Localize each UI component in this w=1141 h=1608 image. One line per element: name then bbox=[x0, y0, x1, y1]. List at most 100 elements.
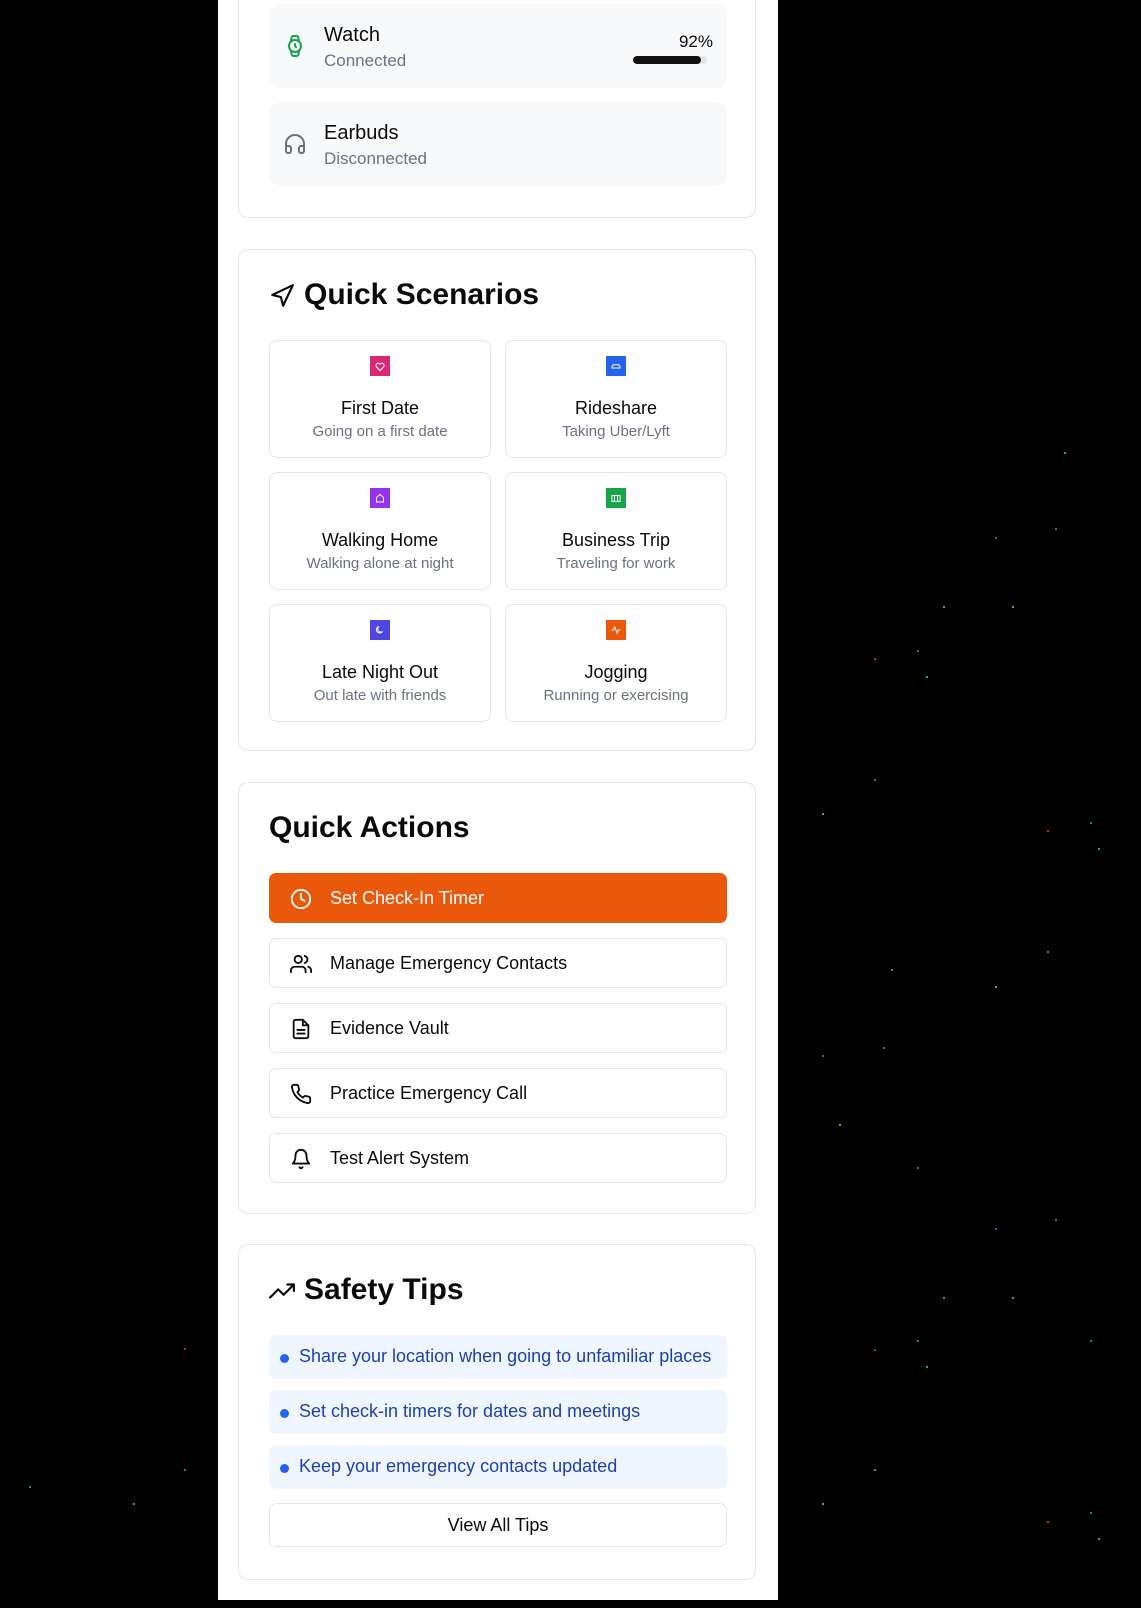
tip-text: Set check-in timers for dates and meetin… bbox=[299, 1401, 641, 1421]
star-dot bbox=[1012, 1297, 1014, 1299]
scenario-walking-home[interactable]: Walking Home Walking alone at night bbox=[269, 472, 491, 590]
watch-icon bbox=[288, 35, 302, 57]
phone-icon bbox=[291, 1083, 312, 1105]
evidence-vault-button[interactable]: Evidence Vault bbox=[269, 1003, 727, 1053]
scenario-desc: Going on a first date bbox=[312, 423, 448, 440]
view-all-tips-label: View All Tips bbox=[447, 1515, 549, 1535]
device-name: Earbuds bbox=[324, 122, 399, 144]
star-dot bbox=[1012, 606, 1014, 608]
clock-icon bbox=[290, 888, 312, 910]
tip-text: Keep your emergency contacts updated bbox=[299, 1456, 618, 1476]
file-text-icon bbox=[292, 1018, 310, 1040]
star-dot bbox=[822, 813, 824, 815]
scenario-rideshare[interactable]: Rideshare Taking Uber/Lyft bbox=[505, 340, 727, 458]
safety-tips-card: Safety Tips Share your location when goi… bbox=[238, 1244, 756, 1580]
section-title: Quick Scenarios bbox=[304, 278, 540, 311]
scenario-business-trip[interactable]: Business Trip Traveling for work bbox=[505, 472, 727, 590]
bell-icon bbox=[291, 1149, 311, 1170]
navigation-icon bbox=[271, 284, 294, 307]
home-icon bbox=[370, 488, 390, 508]
action-label: Set Check-In Timer bbox=[330, 888, 485, 908]
moon-icon bbox=[370, 620, 390, 640]
star-dot bbox=[995, 1228, 997, 1230]
star-dot bbox=[1090, 1512, 1092, 1514]
scenario-name: Rideshare bbox=[574, 398, 658, 418]
trending-up-icon bbox=[269, 1283, 295, 1299]
star-dot bbox=[1064, 452, 1066, 454]
battery-percent: 92% bbox=[678, 32, 713, 51]
star-dot bbox=[874, 779, 876, 781]
users-icon bbox=[290, 954, 312, 974]
view-all-tips-button[interactable]: View All Tips bbox=[269, 1503, 727, 1547]
scenario-name: Walking Home bbox=[321, 530, 439, 550]
devices-card: Watch Connected 92% Earbuds Disconnected bbox=[238, 0, 756, 218]
action-label: Evidence Vault bbox=[330, 1018, 449, 1038]
star-dot bbox=[822, 1503, 824, 1505]
action-label: Test Alert System bbox=[330, 1148, 470, 1168]
headphones-icon bbox=[285, 134, 305, 154]
star-dot bbox=[1090, 822, 1092, 824]
scenario-late-night-out[interactable]: Late Night Out Out late with friends bbox=[269, 604, 491, 722]
scenario-name: Business Trip bbox=[561, 530, 671, 550]
star-dot bbox=[874, 658, 876, 660]
star-dot bbox=[133, 1503, 135, 1505]
briefcase-icon bbox=[606, 488, 626, 508]
main-column: Watch Connected 92% Earbuds Disconnected… bbox=[218, 0, 778, 1600]
star-dot bbox=[917, 650, 919, 652]
star-dot bbox=[926, 676, 928, 678]
heart-icon bbox=[370, 356, 390, 376]
star-dot bbox=[29, 1486, 31, 1488]
star-dot bbox=[1055, 528, 1057, 530]
star-dot bbox=[1047, 951, 1049, 953]
star-dot bbox=[822, 1055, 824, 1057]
activity-icon bbox=[606, 620, 626, 640]
scenario-desc: Taking Uber/Lyft bbox=[562, 423, 670, 440]
scenario-desc: Walking alone at night bbox=[306, 555, 454, 572]
scenario-name: Jogging bbox=[584, 662, 648, 682]
device-status: Connected bbox=[324, 51, 407, 70]
battery-bar bbox=[633, 56, 707, 64]
section-title: Safety Tips bbox=[304, 1273, 464, 1306]
device-row-earbuds[interactable]: Earbuds Disconnected bbox=[269, 102, 727, 186]
car-icon bbox=[606, 356, 626, 376]
section-title: Quick Actions bbox=[269, 811, 470, 844]
device-status: Disconnected bbox=[324, 149, 428, 168]
practice-emergency-call-button[interactable]: Practice Emergency Call bbox=[269, 1068, 727, 1118]
scenario-desc: Running or exercising bbox=[543, 687, 689, 704]
star-dot bbox=[1047, 830, 1049, 832]
action-label: Manage Emergency Contacts bbox=[330, 953, 568, 973]
scenario-desc: Out late with friends bbox=[313, 687, 447, 704]
star-dot bbox=[943, 1297, 945, 1299]
star-dot bbox=[1055, 1219, 1057, 1221]
battery-bar-fill bbox=[633, 56, 702, 64]
star-dot bbox=[184, 1348, 186, 1350]
tip-item: Keep your emergency contacts updated bbox=[269, 1445, 727, 1489]
scenario-jogging[interactable]: Jogging Running or exercising bbox=[505, 604, 727, 722]
scenario-name: Late Night Out bbox=[321, 662, 439, 682]
set-check-in-timer-button[interactable]: Set Check-In Timer bbox=[269, 873, 727, 923]
test-alert-system-button[interactable]: Test Alert System bbox=[269, 1133, 727, 1183]
star-dot bbox=[917, 1340, 919, 1342]
star-dot bbox=[839, 1124, 841, 1126]
bullet-dot bbox=[280, 1354, 289, 1363]
scenario-first-date[interactable]: First Date Going on a first date bbox=[269, 340, 491, 458]
manage-emergency-contacts-button[interactable]: Manage Emergency Contacts bbox=[269, 938, 727, 988]
device-name: Watch bbox=[324, 24, 380, 46]
device-row-watch[interactable]: Watch Connected 92% bbox=[269, 4, 727, 88]
bullet-dot bbox=[280, 1409, 289, 1418]
scenario-name: First Date bbox=[340, 398, 419, 418]
star-dot bbox=[1090, 1340, 1092, 1342]
quick-actions-card: Quick Actions Set Check-In Timer Manage … bbox=[238, 782, 756, 1214]
star-dot bbox=[917, 1167, 919, 1169]
star-dot bbox=[1098, 1538, 1100, 1540]
star-dot bbox=[1047, 1521, 1049, 1523]
star-dot bbox=[883, 1047, 885, 1049]
star-dot bbox=[995, 986, 997, 988]
tip-item: Share your location when going to unfami… bbox=[269, 1335, 727, 1379]
star-dot bbox=[926, 1366, 928, 1368]
star-dot bbox=[943, 606, 945, 608]
bullet-dot bbox=[280, 1464, 289, 1473]
tip-text: Share your location when going to unfami… bbox=[299, 1346, 712, 1366]
action-label: Practice Emergency Call bbox=[330, 1083, 528, 1103]
scenario-desc: Traveling for work bbox=[556, 555, 676, 572]
